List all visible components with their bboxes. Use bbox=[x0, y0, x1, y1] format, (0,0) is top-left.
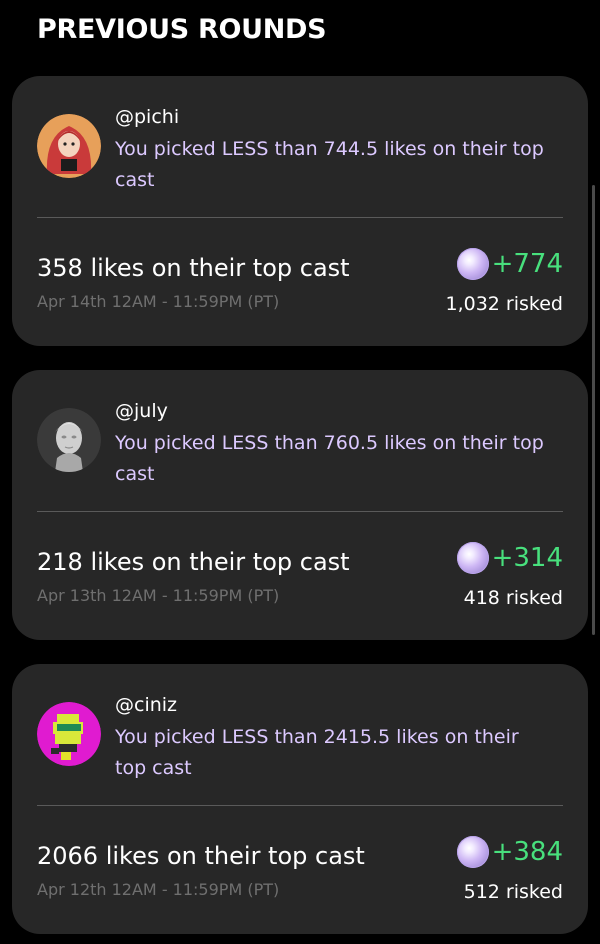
page-title: PREVIOUS ROUNDS bbox=[37, 14, 327, 45]
round-date: Apr 12th 12AM - 11:59PM (PT) bbox=[37, 880, 280, 899]
pick-description: You picked LESS than 744.5 likes on thei… bbox=[115, 138, 544, 191]
points-risked: 512 risked bbox=[463, 881, 563, 903]
round-card[interactable]: @ciniz You picked LESS than 2415.5 likes… bbox=[12, 664, 588, 934]
round-card[interactable]: @pichi You picked LESS than 744.5 likes … bbox=[12, 76, 588, 346]
scrollbar[interactable] bbox=[592, 185, 595, 635]
points-risked: 418 risked bbox=[463, 587, 563, 609]
divider bbox=[37, 217, 563, 218]
round-date: Apr 14th 12AM - 11:59PM (PT) bbox=[37, 292, 280, 311]
divider bbox=[37, 511, 563, 512]
round-card[interactable]: @july You picked LESS than 760.5 likes o… bbox=[12, 370, 588, 640]
points-risked: 1,032 risked bbox=[445, 293, 564, 315]
avatar bbox=[37, 408, 101, 472]
username[interactable]: @pichi bbox=[115, 106, 179, 128]
result-text: 358 likes on their top cast bbox=[37, 254, 350, 282]
purple-orb-icon bbox=[457, 836, 489, 868]
round-date: Apr 13th 12AM - 11:59PM (PT) bbox=[37, 586, 280, 605]
divider bbox=[37, 805, 563, 806]
user-avatar-july bbox=[37, 408, 101, 472]
username[interactable]: @ciniz bbox=[115, 694, 177, 716]
avatar bbox=[37, 114, 101, 178]
user-avatar-ciniz bbox=[37, 702, 101, 766]
avatar bbox=[37, 702, 101, 766]
points-gain: +774 bbox=[491, 249, 563, 279]
points-gain: +314 bbox=[491, 543, 563, 573]
pick-description: You picked LESS than 760.5 likes on thei… bbox=[115, 432, 544, 485]
pick-description: You picked LESS than 2415.5 likes on the… bbox=[115, 726, 519, 779]
result-text: 2066 likes on their top cast bbox=[37, 842, 365, 870]
username[interactable]: @july bbox=[115, 400, 168, 422]
purple-orb-icon bbox=[457, 248, 489, 280]
points-gain: +384 bbox=[491, 837, 563, 867]
previous-rounds-screen: PREVIOUS ROUNDS @pichi You picked LESS t… bbox=[0, 0, 600, 944]
result-text: 218 likes on their top cast bbox=[37, 548, 350, 576]
user-avatar-pichi bbox=[37, 114, 101, 178]
purple-orb-icon bbox=[457, 542, 489, 574]
